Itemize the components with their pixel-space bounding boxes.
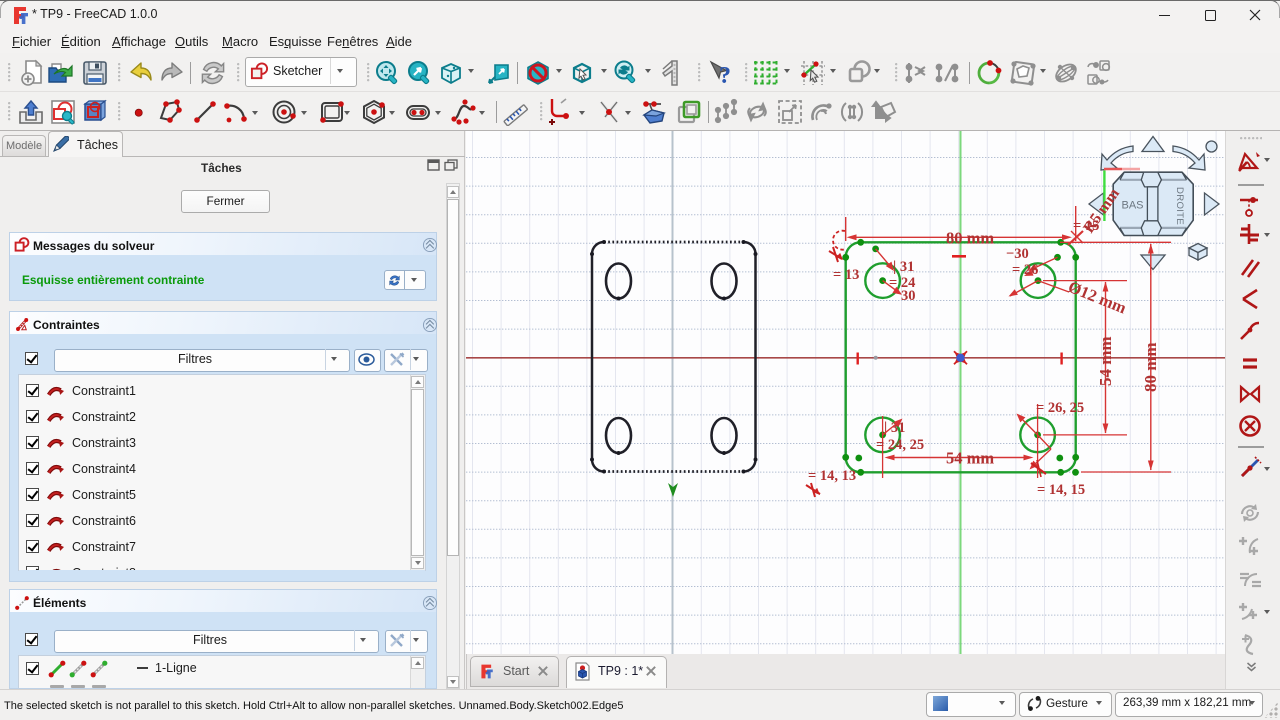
svg-text:= 26: = 26 [1012, 262, 1038, 278]
svg-text:DROITE: DROITE [1174, 187, 1185, 225]
svg-text:= 26, 25: = 26, 25 [1036, 400, 1084, 416]
svg-text:BAS: BAS [1122, 200, 1144, 212]
svg-text:80 mm: 80 mm [1141, 342, 1160, 392]
svg-text:= 14, 13: = 14, 13 [808, 468, 856, 484]
svg-text:54 mm: 54 mm [1096, 336, 1115, 386]
svg-text:?: ? [719, 63, 731, 87]
svg-text:= 14, 15: = 14, 15 [1037, 482, 1085, 498]
svg-text:54 mm: 54 mm [946, 449, 994, 468]
svg-text:| 31: | 31 [893, 259, 914, 275]
svg-text:= 13: = 13 [833, 267, 859, 283]
svg-text:= 24, 25: = 24, 25 [876, 437, 924, 453]
svg-text:−30: −30 [1006, 246, 1029, 262]
svg-text:80 mm: 80 mm [946, 229, 994, 248]
svg-text:30: 30 [901, 288, 916, 304]
